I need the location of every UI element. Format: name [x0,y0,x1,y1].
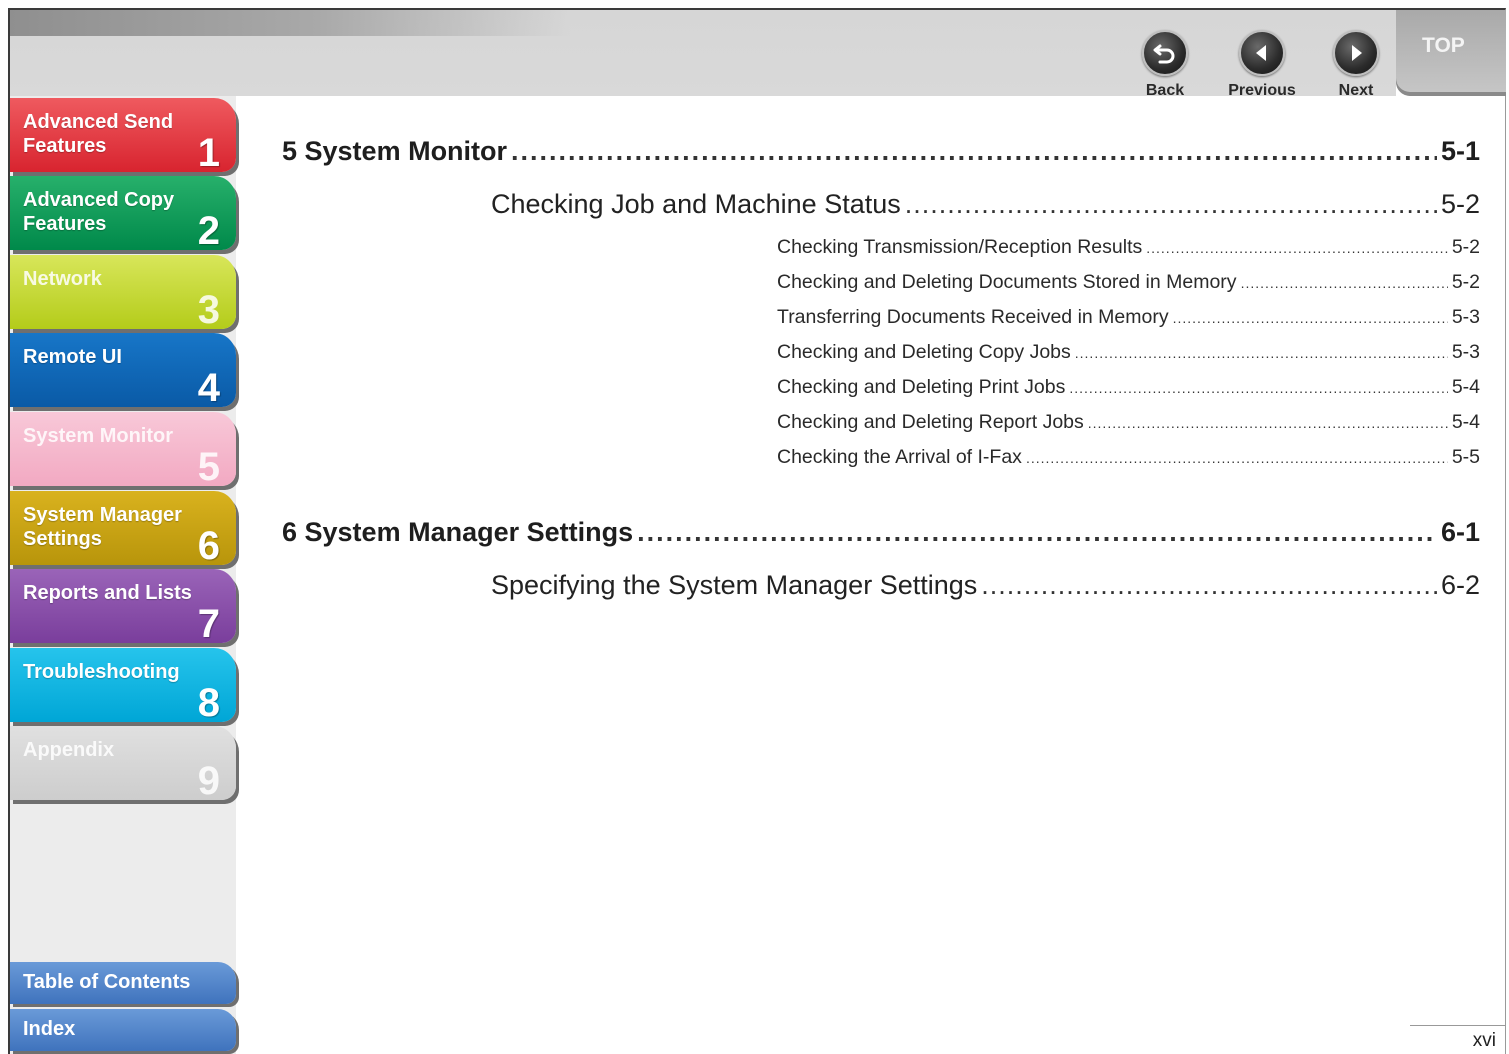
entry-title: Transferring Documents Received in Memor… [777,306,1169,328]
tab-label: Reports and Lists [23,582,192,604]
toc-item[interactable]: Checking Transmission/Reception Results … [777,236,1480,259]
leader-dots: ........................................… [1025,450,1448,466]
tab-label: Advanced Copy Features [23,189,175,235]
toc-chapter-6[interactable]: 6 System Manager Settings ..............… [282,517,1480,548]
toc-item[interactable]: Checking and Deleting Report Jobs ......… [777,411,1480,434]
top-label: TOP [1422,34,1465,57]
entry-page: 5-3 [1451,341,1480,363]
entry-page: 5-1 [1440,136,1480,166]
tab-number: 8 [197,681,220,722]
entry-title: Checking and Deleting Print Jobs [777,376,1066,398]
toc-item[interactable]: Checking the Arrival of I-Fax ..........… [777,446,1480,469]
entry-title: Specifying the System Manager Settings [491,570,978,600]
leader-dots: ........................................… [511,136,1437,166]
tab-label: Appendix [23,739,115,761]
leader-dots: ........................................… [1240,275,1448,291]
entry-title: 6 System Manager Settings [282,517,634,547]
leader-dots: ........................................… [1069,380,1448,396]
top-button[interactable]: TOP [1396,10,1506,96]
tab-number: 1 [197,131,220,172]
index-button[interactable]: Index [10,1009,236,1051]
tab-label: Advanced Send Features [23,111,174,157]
sidebar: Advanced Send Features 1 Advanced Copy F… [10,96,236,1054]
next-button[interactable]: Next [1311,30,1401,102]
tab-number: 7 [197,602,220,643]
previous-icon [1239,30,1285,76]
toc-chapter-5[interactable]: 5 System Monitor .......................… [282,136,1480,167]
entry-page: 6-2 [1440,570,1480,600]
entry-title: Checking Job and Machine Status [491,189,901,219]
header-bar: Back Previous Next [10,10,1396,99]
sidebar-tab-advanced-send-features[interactable]: Advanced Send Features 1 [10,98,236,172]
leader-dots: ........................................… [981,570,1437,600]
toc-section-6-1[interactable]: Specifying the System Manager Settings .… [491,570,1480,601]
entry-title: Checking and Deleting Documents Stored i… [777,271,1237,293]
entry-page: 5-4 [1451,376,1480,398]
toc-section-5-1[interactable]: Checking Job and Machine Status ........… [491,189,1480,220]
entry-page: 5-2 [1451,236,1480,258]
page-number: xvi [1472,1030,1496,1051]
entry-title: Checking and Deleting Copy Jobs [777,341,1071,363]
tab-number: 3 [197,288,220,329]
leader-dots: ........................................… [1074,345,1448,361]
leader-dots: ........................................… [637,517,1437,547]
header-band [10,10,570,36]
index-label: Index [23,1018,76,1040]
sidebar-tab-advanced-copy-features[interactable]: Advanced Copy Features 2 [10,176,236,250]
previous-button[interactable]: Previous [1217,30,1307,102]
toc-item[interactable]: Checking and Deleting Copy Jobs ........… [777,341,1480,364]
tab-number: 2 [197,209,220,250]
leader-dots: ........................................… [1146,240,1448,256]
tab-label: System Monitor [23,425,174,447]
next-icon [1333,30,1379,76]
table-of-contents-button[interactable]: Table of Contents [10,962,236,1004]
toc-content: 5 System Monitor .......................… [236,96,1506,1054]
sidebar-tab-system-monitor[interactable]: System Monitor 5 [10,412,236,486]
toc-item[interactable]: Checking and Deleting Print Jobs .......… [777,376,1480,399]
back-button[interactable]: Back [1120,30,1210,102]
back-icon [1142,30,1188,76]
page-number-rule [1410,1025,1506,1026]
toc-item[interactable]: Transferring Documents Received in Memor… [777,306,1480,329]
entry-page: 5-2 [1451,271,1480,293]
tab-label: Troubleshooting [23,661,180,683]
tab-number: 6 [197,524,220,565]
toc-item[interactable]: Checking and Deleting Documents Stored i… [777,271,1480,294]
entry-page: 6-1 [1440,517,1480,547]
entry-page: 5-4 [1451,411,1480,433]
tab-label: Remote UI [23,346,122,368]
entry-page: 5-5 [1451,446,1480,468]
toc-label: Table of Contents [23,971,191,993]
sidebar-tab-remote-ui[interactable]: Remote UI 4 [10,333,236,407]
leader-dots: ........................................… [904,189,1437,219]
sidebar-tab-system-manager-settings[interactable]: System Manager Settings 6 [10,491,236,565]
entry-title: 5 System Monitor [282,136,508,166]
entry-page: 5-2 [1440,189,1480,219]
sidebar-tab-appendix[interactable]: Appendix 9 [10,726,236,800]
entry-title: Checking the Arrival of I-Fax [777,446,1022,468]
sidebar-tab-troubleshooting[interactable]: Troubleshooting 8 [10,648,236,722]
tab-number: 4 [197,366,220,407]
tab-number: 5 [197,445,220,486]
entry-title: Checking Transmission/Reception Results [777,236,1143,258]
tab-number: 9 [197,759,220,800]
sidebar-tab-reports-and-lists[interactable]: Reports and Lists 7 [10,569,236,643]
tab-label: Network [23,268,102,290]
tab-label: System Manager Settings [23,504,182,550]
entry-page: 5-3 [1451,306,1480,328]
entry-title: Checking and Deleting Report Jobs [777,411,1084,433]
leader-dots: ........................................… [1172,310,1448,326]
sidebar-tab-network[interactable]: Network 3 [10,255,236,329]
leader-dots: ........................................… [1087,415,1448,431]
